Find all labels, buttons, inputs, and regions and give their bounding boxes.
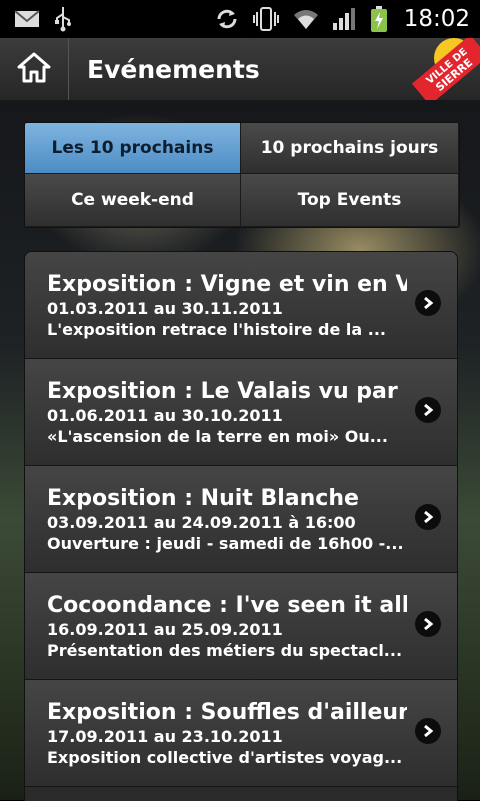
event-title: Exposition : Le Valais vu par ... [47, 379, 407, 404]
event-description: «L'ascension de la terre en moi» Ou... [47, 427, 388, 446]
event-date: 03.09.2011 au 24.09.2011 à 16:00 [47, 513, 356, 532]
ville-de-sierre-logo: VILLE DE SIERRE [398, 38, 480, 100]
event-description: Exposition collective d'artistes voyag..… [47, 748, 403, 767]
event-title: Exposition : Nuit Blanche [47, 486, 359, 511]
chevron-right-icon[interactable] [415, 504, 441, 530]
status-bar: 18:02 [0, 0, 480, 38]
list-item[interactable]: Exposition : Vigne et vin en V... 01.03.… [25, 252, 457, 359]
tab-10-prochains-jours[interactable]: 10 prochains jours [241, 123, 459, 174]
list-item[interactable]: Exposition : Le Valais vu par ... 01.06.… [25, 359, 457, 466]
list-item[interactable]: Cocoondance : I've seen it all 16.09.201… [25, 573, 457, 680]
event-date: 16.09.2011 au 25.09.2011 [47, 620, 283, 639]
vibrate-icon [252, 6, 280, 32]
list-item[interactable]: Exposition : Souffles d'ailleurs 17.09.2… [25, 680, 457, 787]
page-title: Evénements [87, 54, 260, 84]
clock: 18:02 [403, 6, 470, 32]
wifi-icon [292, 7, 320, 31]
battery-charging-icon [370, 5, 388, 33]
event-date: 01.03.2011 au 30.11.2011 [47, 299, 283, 318]
event-date: 17.09.2011 au 23.10.2011 [47, 727, 283, 746]
event-title: Exposition : Souffles d'ailleurs [47, 700, 407, 725]
home-icon [17, 51, 51, 87]
event-description: Ouverture : jeudi - samedi de 16h00 -... [47, 534, 404, 553]
event-title: Cocoondance : I've seen it all [47, 593, 407, 618]
event-description: Présentation des métiers du spectacl... [47, 641, 403, 660]
events-list: Exposition : Vigne et vin en V... 01.03.… [24, 251, 458, 801]
signal-icon [332, 7, 358, 31]
tab-ce-week-end[interactable]: Ce week-end [25, 174, 241, 227]
tab-les-10-prochains[interactable]: Les 10 prochains [25, 123, 241, 174]
chevron-right-icon[interactable] [415, 290, 441, 316]
chevron-right-icon[interactable] [415, 718, 441, 744]
usb-icon [54, 6, 72, 32]
chevron-right-icon[interactable] [415, 397, 441, 423]
event-title: Exposition : Vigne et vin en V... [47, 272, 407, 297]
home-button[interactable] [0, 38, 68, 100]
tab-top-events[interactable]: Top Events [241, 174, 459, 227]
gmail-icon [14, 9, 40, 29]
event-description: L'exposition retrace l'histoire de la ..… [47, 320, 386, 339]
sync-icon [214, 6, 240, 32]
event-date: 01.06.2011 au 30.10.2011 [47, 406, 283, 425]
chevron-right-icon[interactable] [415, 611, 441, 637]
filter-tabs: Les 10 prochains 10 prochains jours Ce w… [24, 122, 460, 228]
action-bar: Evénements VILLE DE SIERRE [0, 38, 480, 101]
list-item[interactable]: Exposition : Nuit Blanche 03.09.2011 au … [25, 466, 457, 573]
